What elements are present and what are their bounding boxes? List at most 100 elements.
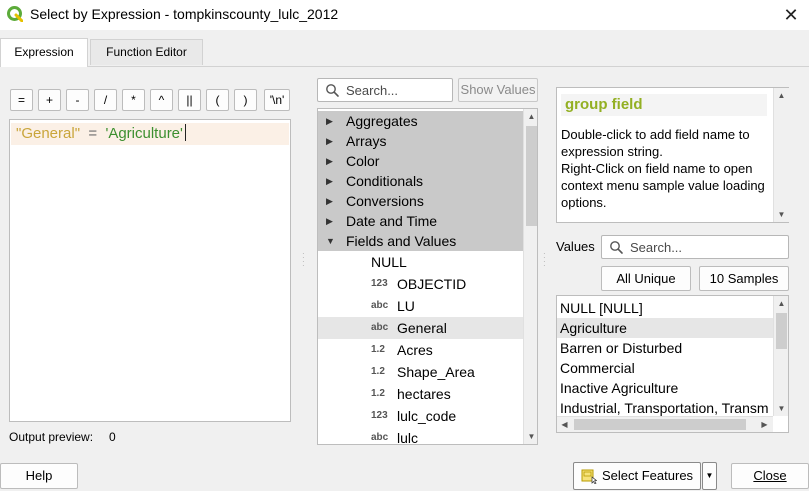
help-line: options. [561, 195, 607, 210]
expand-arrow-icon[interactable]: ▶ [326, 171, 333, 191]
decimal-type-icon: 1.2 [371, 388, 385, 399]
select-features-icon [581, 469, 597, 484]
help-line: expression string. [561, 144, 663, 159]
scroll-thumb[interactable] [574, 419, 746, 430]
tree-group-conditionals[interactable]: ▶ Conditionals [318, 171, 523, 191]
text-caret [184, 124, 186, 141]
field-item-lulc[interactable]: abc lulc [318, 427, 523, 445]
tree-group-arrays[interactable]: ▶ Arrays [318, 131, 523, 151]
field-label: NULL [371, 254, 407, 270]
tree-group-label: Color [346, 153, 380, 169]
tab-function-editor[interactable]: Function Editor [90, 39, 203, 65]
tree-group-label: Arrays [346, 133, 387, 149]
show-values-button[interactable]: Show Values [458, 78, 538, 102]
tree-group-label: Aggregates [346, 113, 418, 129]
operator-newline-button[interactable]: '\n' [264, 89, 290, 111]
field-item-shape-area[interactable]: 1.2 Shape_Area [318, 361, 523, 383]
operator-close-paren-button[interactable]: ) [234, 89, 257, 111]
select-features-label: Select Features [602, 468, 694, 483]
tree-group-label: Fields and Values [346, 233, 457, 249]
tree-group-label: Conditionals [346, 173, 424, 189]
function-search-placeholder: Search... [346, 83, 399, 98]
tree-scrollbar[interactable]: ▲ ▼ [523, 109, 537, 444]
operator-equals-button[interactable]: = [10, 89, 33, 111]
operator-concat-button[interactable]: || [178, 89, 201, 111]
select-features-button[interactable]: Select Features [573, 462, 701, 490]
expand-arrow-icon[interactable]: ▶ [326, 111, 333, 131]
expression-line[interactable]: "General" = 'Agriculture' [11, 123, 289, 145]
tree-group-conversions[interactable]: ▶ Conversions [318, 191, 523, 211]
values-search-input[interactable]: Search... [601, 235, 789, 259]
operator-open-paren-button[interactable]: ( [206, 89, 229, 111]
expand-arrow-icon[interactable]: ▶ [326, 191, 333, 211]
help-title: group field [561, 94, 767, 116]
value-item[interactable]: Barren or Disturbed [557, 338, 775, 358]
value-item[interactable]: Inactive Agriculture [557, 378, 775, 398]
help-button[interactable]: Help [0, 463, 78, 489]
ten-samples-button[interactable]: 10 Samples [699, 266, 789, 291]
splitter-handle-left[interactable]: · · · · [302, 250, 305, 270]
value-item-selected[interactable]: Agriculture [557, 318, 775, 338]
window-title: Select by Expression - tompkinscounty_lu… [30, 6, 339, 22]
operator-multiply-button[interactable]: * [122, 89, 145, 111]
help-scrollbar[interactable]: ▲ ▼ [773, 88, 789, 222]
function-tree[interactable]: ▶ Aggregates ▶ Arrays ▶ Color ▶ Conditionals… [317, 108, 538, 445]
help-panel: group field Double-click to add field na… [556, 87, 789, 223]
help-title-text: group field [565, 96, 643, 113]
collapse-arrow-icon[interactable]: ▼ [326, 231, 335, 251]
close-button-label: Close [753, 468, 787, 483]
values-horizontal-scrollbar[interactable]: ◀ ▶ [557, 416, 773, 432]
field-item-general[interactable]: abc General [318, 317, 523, 339]
field-item-acres[interactable]: 1.2 Acres [318, 339, 523, 361]
scroll-left-icon[interactable]: ◀ [557, 417, 572, 432]
tree-group-color[interactable]: ▶ Color [318, 151, 523, 171]
expand-arrow-icon[interactable]: ▶ [326, 211, 333, 231]
tree-group-date-and-time[interactable]: ▶ Date and Time [318, 211, 523, 231]
operator-power-button[interactable]: ^ [150, 89, 173, 111]
tree-group-label: Conversions [346, 193, 424, 209]
search-icon [326, 84, 339, 97]
all-unique-button[interactable]: All Unique [601, 266, 691, 291]
value-item[interactable]: Commercial [557, 358, 775, 378]
tree-group-aggregates[interactable]: ▶ Aggregates [318, 111, 523, 131]
field-item-objectid[interactable]: 123 OBJECTID [318, 273, 523, 295]
scroll-up-icon[interactable]: ▲ [774, 296, 788, 311]
splitter-handle-right[interactable]: · · · · [543, 250, 546, 270]
values-list[interactable]: NULL [NULL] Agriculture Barren or Distur… [556, 295, 789, 433]
value-item[interactable]: Industrial, Transportation, Transm [557, 398, 775, 418]
operator-minus-button[interactable]: - [66, 89, 89, 111]
field-label: lulc [397, 430, 419, 445]
help-line: context menu sample value loading [561, 178, 765, 193]
field-item-hectares[interactable]: 1.2 hectares [318, 383, 523, 405]
tree-group-fields-and-values[interactable]: ▼ Fields and Values [318, 231, 523, 251]
field-label: General [397, 320, 447, 336]
expand-arrow-icon[interactable]: ▶ [326, 151, 333, 171]
close-icon[interactable]: ✕ [774, 1, 808, 29]
scroll-down-icon[interactable]: ▼ [774, 207, 789, 222]
chevron-down-icon[interactable]: ▼ [702, 462, 717, 490]
scroll-right-icon[interactable]: ▶ [757, 417, 772, 432]
scroll-up-icon[interactable]: ▲ [774, 88, 789, 103]
field-item-lu[interactable]: abc LU [318, 295, 523, 317]
values-vertical-scrollbar[interactable]: ▲ ▼ [773, 296, 788, 416]
field-item-lulc-code[interactable]: 123 lulc_code [318, 405, 523, 427]
operator-plus-button[interactable]: + [38, 89, 61, 111]
values-search-placeholder: Search... [630, 240, 683, 255]
function-search-input[interactable]: Search... [317, 78, 453, 102]
field-label: hectares [397, 386, 451, 402]
close-button[interactable]: Close [731, 463, 809, 489]
title-bar: Select by Expression - tompkinscounty_lu… [0, 0, 809, 30]
expand-arrow-icon[interactable]: ▶ [326, 131, 333, 151]
scroll-down-icon[interactable]: ▼ [774, 401, 788, 416]
integer-type-icon: 123 [371, 278, 388, 289]
field-item-null[interactable]: NULL [318, 251, 523, 273]
scroll-thumb[interactable] [776, 313, 787, 349]
scroll-down-icon[interactable]: ▼ [524, 429, 537, 444]
tab-expression[interactable]: Expression [0, 38, 88, 67]
scroll-thumb[interactable] [526, 126, 537, 226]
field-label: Acres [397, 342, 433, 358]
operator-divide-button[interactable]: / [94, 89, 117, 111]
expression-editor[interactable]: "General" = 'Agriculture' [9, 119, 291, 422]
value-item[interactable]: NULL [NULL] [557, 298, 775, 318]
scroll-up-icon[interactable]: ▲ [524, 109, 537, 124]
